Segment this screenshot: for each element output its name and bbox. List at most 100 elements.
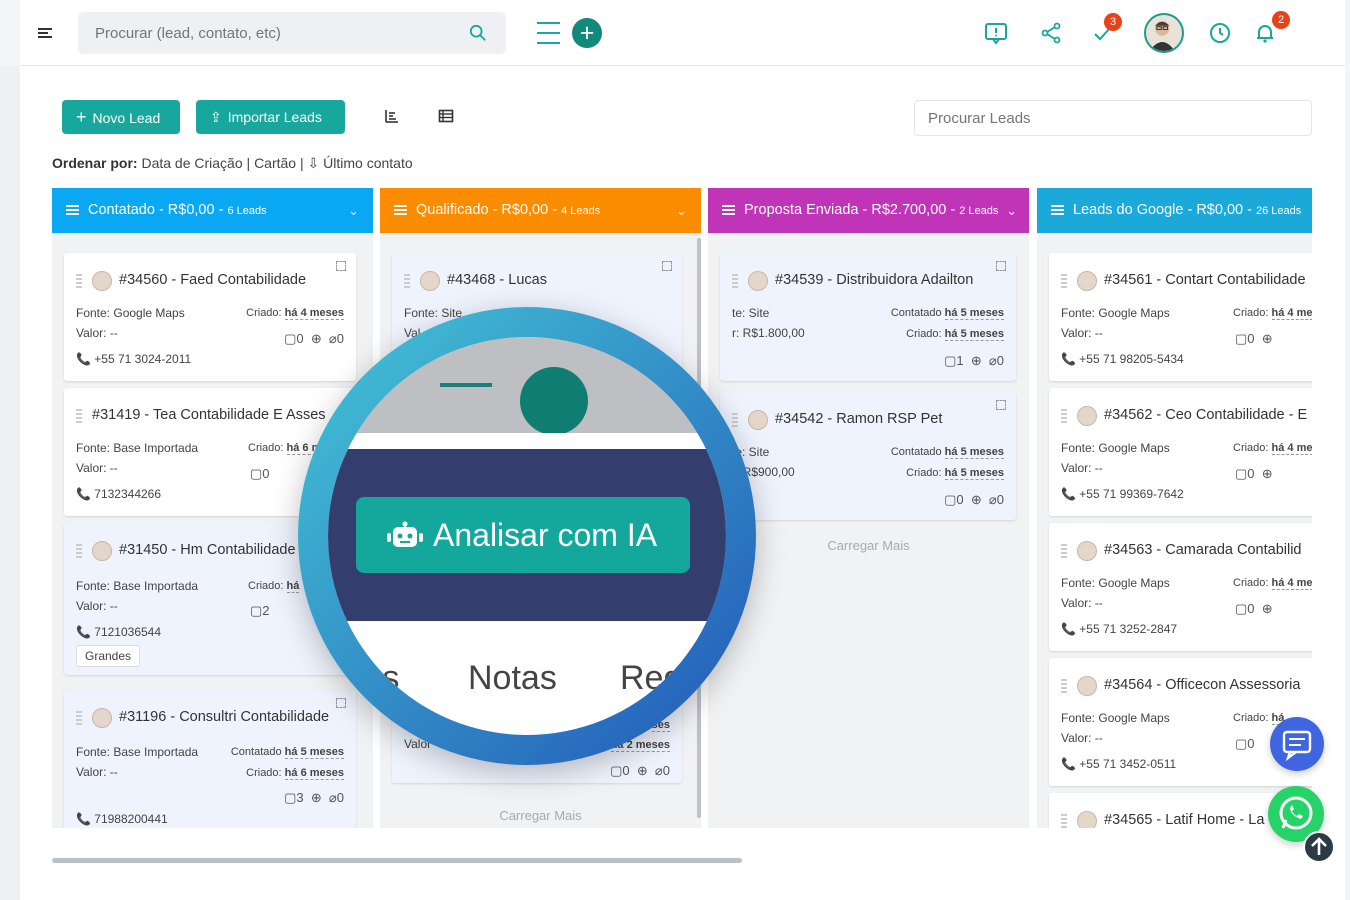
drag-handle-icon[interactable] [1061,274,1067,288]
list-view-icon[interactable] [438,108,454,124]
tab-partial[interactable]: tes [354,659,399,698]
expand-icon[interactable] [996,400,1006,410]
lead-phone[interactable]: 📞 +55 71 3024-2011 [76,352,191,366]
contacted-date: Contatado há 5 meses [890,446,1004,459]
lead-source: te: Site [732,306,770,320]
lead-title[interactable]: #34539 - Distribuidora Adailton [775,272,973,288]
column-menu-icon[interactable] [1051,203,1064,217]
kanban-view-icon[interactable] [384,108,400,124]
chevron-down-icon[interactable]: ⌄ [676,188,687,233]
leads-search-input[interactable] [915,101,1311,135]
lead-title[interactable]: #43468 - Lucas [447,272,547,288]
chevron-down-icon[interactable]: ⌄ [1006,188,1017,233]
sort-label: Ordenar por: [52,155,138,171]
lead-title[interactable]: #34565 - Latif Home - La [1104,812,1264,828]
robot-icon [387,521,423,547]
lead-title[interactable]: #31450 - Hm Contabilidade [119,542,296,558]
tab-notes[interactable]: Notas [468,659,557,698]
column-header[interactable]: Qualificado - R$0,00 - 4 Leads ⌄ [380,188,701,233]
created-date: Criado: há 4 me [1233,577,1312,590]
drag-handle-icon[interactable] [76,711,82,725]
lead-card[interactable]: #34539 - Distribuidora Adailton te: Site… [720,253,1016,381]
lead-title[interactable]: #34560 - Faed Contabilidade [119,272,306,288]
created-date: Criado: há 6 m [248,442,322,455]
lead-source: Fonte: Base Importada [76,441,199,455]
column-header[interactable]: Leads do Google - R$0,00 - 26 Leads [1037,188,1312,233]
lead-card[interactable]: #34562 - Ceo Contabilidade - E Fonte: Go… [1049,388,1312,516]
lead-card[interactable]: #34561 - Contart Contabilidade Fonte: Go… [1049,253,1312,381]
drag-handle-icon[interactable] [1061,544,1067,558]
contact-avatar [1077,811,1097,828]
expand-icon[interactable] [336,261,346,271]
lead-title[interactable]: #34562 - Ceo Contabilidade - E [1104,407,1307,423]
lead-source: Fonte: Base Importada [76,745,199,759]
drag-handle-icon[interactable] [732,413,738,427]
column-title: Leads do Google - R$0,00 - [1073,202,1252,218]
sort-by-last-contact[interactable]: Último contato [323,155,412,171]
column-count: 26 Leads [1255,205,1302,217]
lead-source: Fonte: Google Maps [76,306,185,320]
lead-phone[interactable]: 📞 +55 71 98205-5434 [1061,352,1184,366]
drag-handle-icon[interactable] [732,274,738,288]
column-header[interactable]: Contatado - R$0,00 - 6 Leads ⌄ [52,188,373,233]
expand-icon[interactable] [662,261,672,271]
pipeline-menu-icon[interactable] [537,22,560,46]
lead-value: Valor: -- [76,599,118,613]
drag-handle-icon[interactable] [404,274,410,288]
column-menu-icon[interactable] [66,203,79,217]
tab-registers[interactable]: Regis [620,659,707,698]
global-search-input[interactable] [78,12,438,54]
add-icon[interactable]: + [572,18,602,48]
lead-title[interactable]: #34561 - Contart Contabilidade [1104,272,1306,288]
import-leads-button[interactable]: ⇪ Importar Leads [196,100,345,134]
lead-card[interactable]: #34542 - Ramon RSP Pet te: Site r: R$900… [720,392,1016,520]
drag-handle-icon[interactable] [76,274,82,288]
lead-card[interactable]: #34560 - Faed Contabilidade Fonte: Googl… [64,253,356,381]
sort-by-card[interactable]: Cartão [254,155,296,171]
lead-phone[interactable]: 📞 7132344266 [76,487,161,501]
expand-icon[interactable] [336,698,346,708]
drag-handle-icon[interactable] [1061,679,1067,693]
analyze-with-ai-button[interactable]: Analisar com IA [356,497,690,573]
sort-by-date[interactable]: Data de Criação [141,155,242,171]
lead-card[interactable]: #34563 - Camarada Contabilid Fonte: Goog… [1049,523,1312,651]
lead-phone[interactable]: 📞 +55 71 99369-7642 [1061,487,1184,501]
lead-value: Valor: -- [76,765,118,779]
new-lead-button[interactable]: + Novo Lead [62,100,180,134]
user-avatar[interactable] [1144,13,1184,53]
menu-icon[interactable] [38,28,52,40]
contact-avatar [748,271,768,291]
card-counters: ▢2 [250,603,270,618]
lead-phone[interactable]: 📞 +55 71 3452-0511 [1061,757,1176,771]
lead-phone[interactable]: 📞 +55 71 3252-2847 [1061,622,1177,636]
load-more-button[interactable]: Carregar Mais [380,808,701,823]
lead-title[interactable]: #34542 - Ramon RSP Pet [775,411,942,427]
drag-handle-icon[interactable] [1061,814,1067,828]
drag-handle-icon[interactable] [76,544,82,558]
lead-source: Fonte: Google Maps [1061,306,1170,320]
drag-handle-icon[interactable] [76,409,82,423]
search-icon[interactable] [469,24,487,42]
lead-title[interactable]: #31419 - Tea Contabilidade E Asses [92,407,326,423]
drag-handle-icon[interactable] [1061,409,1067,423]
lead-tag[interactable]: Grandes [76,645,141,667]
column-header[interactable]: Proposta Enviada - R$2.700,00 - 2 Leads … [708,188,1029,233]
lead-title[interactable]: #31196 - Consultri Contabilidade [119,709,329,725]
lead-phone[interactable]: 📞 71988200441 [76,812,168,826]
chat-icon [1282,730,1312,762]
clock-icon[interactable] [1208,21,1232,45]
lead-card[interactable]: #31196 - Consultri Contabilidade Fonte: … [64,690,356,828]
board-horizontal-scrollbar[interactable] [52,858,742,863]
expand-icon[interactable] [996,261,1006,271]
column-menu-icon[interactable] [722,203,735,217]
scroll-to-top-button[interactable] [1303,831,1335,863]
chat-button[interactable] [1270,717,1324,771]
column-menu-icon[interactable] [394,203,407,217]
lead-title[interactable]: #34563 - Camarada Contabilid [1104,542,1302,558]
chevron-down-icon[interactable]: ⌄ [348,188,359,233]
lead-phone[interactable]: 📞 7121036544 [76,625,161,639]
share-icon[interactable] [1039,21,1063,45]
lead-title[interactable]: #34564 - Officecon Assessoria [1104,677,1300,693]
load-more-button[interactable]: Carregar Mais [708,538,1029,553]
feedback-icon[interactable] [984,21,1008,45]
